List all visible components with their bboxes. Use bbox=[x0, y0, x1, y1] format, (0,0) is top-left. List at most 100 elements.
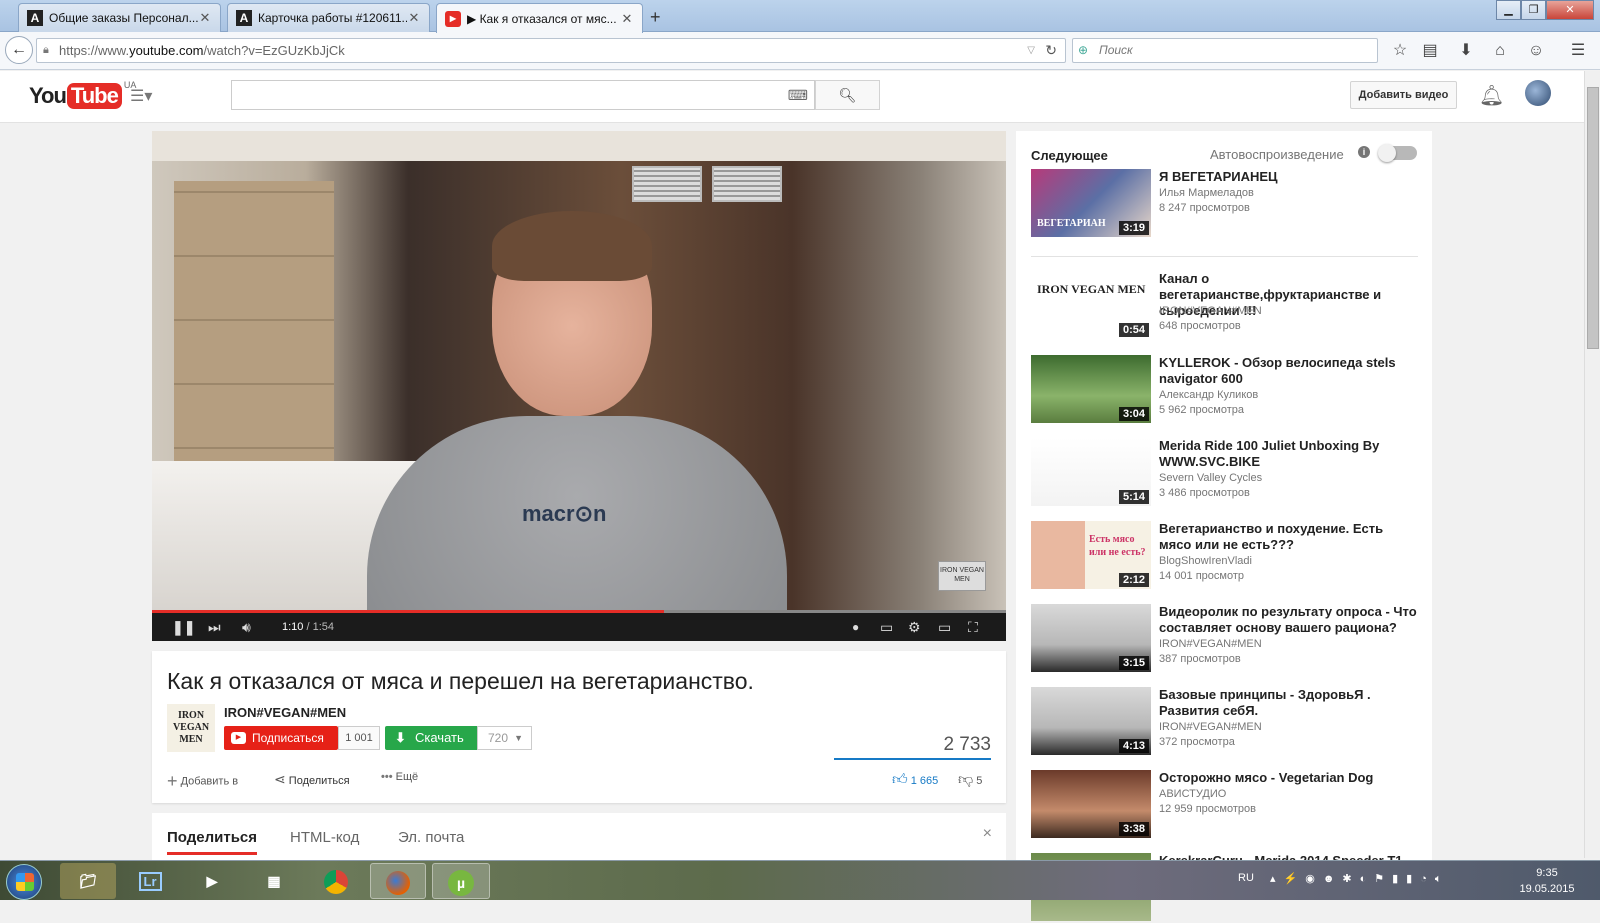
maximize-button[interactable]: ❐ bbox=[1521, 0, 1546, 20]
chrome-icon[interactable] bbox=[308, 863, 364, 899]
add-to-button[interactable]: + Добавить в bbox=[167, 771, 238, 792]
minimize-button[interactable]: ▁ bbox=[1496, 0, 1521, 20]
suggestion-item[interactable]: ВЕГЕТАРИАН 3:19 Я ВЕГЕТАРИАНЕЦ Илья Мармела… bbox=[1031, 169, 1421, 239]
video-player[interactable]: macr⊙n IRON VEGAN MEN ❚❚ ⏭︎ 🔊︎ 1:10 / 1:… bbox=[152, 131, 1006, 641]
suggestion-thumbnail[interactable]: ВЕГЕТАРИАН 3:19 bbox=[1031, 169, 1151, 237]
new-tab-button[interactable]: + bbox=[650, 7, 661, 28]
media-player-icon[interactable]: ▶ bbox=[184, 863, 240, 899]
share-tab-embed[interactable]: HTML-код bbox=[290, 829, 359, 846]
taskbar-clock[interactable]: 9:35 19.05.2015 bbox=[1502, 865, 1592, 897]
suggestion-title[interactable]: Merida Ride 100 Juliet Unboxing By WWW.S… bbox=[1159, 438, 1419, 470]
close-window-button[interactable]: ✕ bbox=[1546, 0, 1594, 20]
suggestion-channel[interactable]: IRON#VEGAN#MEN bbox=[1159, 721, 1262, 733]
suggestion-item[interactable]: Есть мясо или не есть? 2:12 Вегетарианство… bbox=[1031, 521, 1421, 591]
youtube-logo[interactable]: You Tube UA bbox=[29, 80, 136, 112]
next-icon[interactable]: ⏭︎ bbox=[208, 618, 221, 636]
youtube-search-input[interactable]: ⌨ bbox=[231, 80, 815, 110]
suggestion-thumbnail[interactable]: 4:13 bbox=[1031, 687, 1151, 755]
autoplay-toggle[interactable] bbox=[1378, 144, 1417, 162]
suggestion-title[interactable]: Базовые принципы - ЗдоровьЯ . Развития с… bbox=[1159, 687, 1419, 719]
reading-list-icon[interactable]: ▤ bbox=[1420, 41, 1440, 61]
add-video-button[interactable]: Добавить видео bbox=[1350, 81, 1457, 109]
firefox-icon[interactable] bbox=[370, 863, 426, 899]
close-icon[interactable]: ✕ bbox=[198, 10, 212, 26]
suggestion-item[interactable]: 3:04 KYLLEROK - Обзор велосипеда stels na… bbox=[1031, 355, 1421, 425]
suggestion-channel[interactable]: BlogShowIrenVladi bbox=[1159, 555, 1252, 567]
info-icon[interactable]: i bbox=[1358, 146, 1370, 158]
suggestion-item[interactable]: 3:15 Видеоролик по результату опроса - Чт… bbox=[1031, 604, 1421, 674]
dislike-count: 5 bbox=[976, 775, 983, 787]
channel-avatar[interactable]: IRON VEGAN MEN bbox=[167, 704, 215, 752]
suggestion-channel[interactable]: Severn Valley Cycles bbox=[1159, 472, 1262, 484]
share-button[interactable]: ⋖ Поделиться bbox=[274, 771, 350, 788]
browser-search-input[interactable]: ⊕ Поиск bbox=[1072, 38, 1378, 63]
page-scrollbar[interactable] bbox=[1584, 71, 1600, 858]
back-button[interactable]: ← bbox=[5, 36, 33, 64]
suggestion-title[interactable]: Я ВЕГЕТАРИАНЕЦ bbox=[1159, 169, 1419, 185]
suggestion-thumbnail[interactable]: 3:15 bbox=[1031, 604, 1151, 672]
download-icon[interactable]: ⬇ bbox=[1456, 41, 1476, 61]
suggestion-channel[interactable]: АВИСТУДИО bbox=[1159, 788, 1226, 800]
theater-mode-icon[interactable]: ▭ bbox=[938, 618, 951, 636]
url-bar[interactable]: 🔒︎ https://www.youtube.com/watch?v=EzGUz… bbox=[36, 38, 1066, 63]
bookmark-star-icon[interactable]: ☆ bbox=[1390, 41, 1410, 61]
home-icon[interactable]: ⌂ bbox=[1490, 41, 1510, 61]
utorrent-icon[interactable]: µ bbox=[432, 863, 490, 899]
keyboard-icon[interactable]: ⌨ bbox=[788, 87, 808, 104]
menu-icon[interactable]: ☰ bbox=[1568, 41, 1588, 61]
quality-select[interactable]: 720 ▼ bbox=[477, 726, 532, 750]
suggestion-channel[interactable]: Александр Куликов bbox=[1159, 389, 1258, 401]
scrollbar-thumb[interactable] bbox=[1587, 87, 1599, 349]
guide-menu-icon[interactable]: ☰▾ bbox=[130, 86, 152, 106]
browser-tab-active[interactable]: ▶ ▶ Как я отказался от мяс... ✕ bbox=[436, 3, 643, 33]
fullscreen-icon[interactable]: ⛶ bbox=[968, 618, 978, 636]
channel-watermark[interactable]: IRON VEGAN MEN bbox=[938, 561, 986, 591]
suggestion-thumbnail[interactable]: 5:14 bbox=[1031, 438, 1151, 506]
chat-icon[interactable]: ☺ bbox=[1526, 41, 1546, 61]
suggestion-title[interactable]: KYLLEROK - Обзор велосипеда stels naviga… bbox=[1159, 355, 1419, 387]
subscribe-button[interactable]: ▶ Подписаться bbox=[224, 726, 338, 750]
explorer-icon[interactable]: 📁︎ bbox=[60, 863, 116, 899]
suggestion-thumbnail[interactable]: 3:38 bbox=[1031, 770, 1151, 838]
volume-icon[interactable]: 🔊︎ bbox=[242, 618, 251, 636]
share-tab-email[interactable]: Эл. почта bbox=[398, 829, 464, 846]
share-tab-share[interactable]: Поделиться bbox=[167, 829, 258, 855]
suggestion-channel[interactable]: Илья Мармеладов bbox=[1159, 187, 1254, 199]
suggestion-item[interactable]: IRON VEGAN MEN 0:54 Канал о вегетарианстве… bbox=[1031, 271, 1421, 341]
suggestion-thumbnail[interactable]: Есть мясо или не есть? 2:12 bbox=[1031, 521, 1151, 589]
youtube-search-button[interactable]: 🔍︎ bbox=[815, 80, 880, 110]
suggestion-title[interactable]: Вегетарианство и похудение. Есть мясо ил… bbox=[1159, 521, 1419, 553]
subtitles-icon[interactable]: ▭ bbox=[880, 618, 893, 636]
dropdown-icon[interactable]: ▽ bbox=[1027, 39, 1035, 62]
suggestion-item[interactable]: 4:13 Базовые принципы - ЗдоровьЯ . Развит… bbox=[1031, 687, 1421, 757]
browser-tab[interactable]: A Карточка работы #120611... ✕ bbox=[227, 3, 430, 32]
lightroom-icon[interactable]: Lr bbox=[122, 863, 178, 899]
dislike-button[interactable]: 👎︎ 5 bbox=[958, 771, 982, 789]
suggestion-thumbnail[interactable]: IRON VEGAN MEN 0:54 bbox=[1031, 271, 1151, 339]
pause-icon[interactable]: ❚❚ bbox=[172, 618, 195, 636]
system-tray-icons[interactable]: ▴⚡◉☻✱◐⚑▮▮◔🔈︎ bbox=[1270, 872, 1449, 886]
download-button[interactable]: ⬇ Скачать bbox=[385, 726, 477, 750]
channel-name[interactable]: IRON#VEGAN#MEN bbox=[224, 705, 346, 720]
start-button[interactable] bbox=[6, 864, 42, 900]
like-button[interactable]: 👍︎ 1 665 bbox=[892, 771, 938, 789]
suggestion-thumbnail[interactable]: 3:04 bbox=[1031, 355, 1151, 423]
close-icon[interactable]: ✕ bbox=[407, 10, 421, 26]
more-button[interactable]: ••• Ещё bbox=[381, 771, 418, 783]
settings-gear-icon[interactable]: ⚙ bbox=[908, 618, 921, 636]
suggestion-item[interactable]: 3:38 Осторожно мясо - Vegetarian Dog АВИСТ… bbox=[1031, 770, 1421, 840]
suggestion-item[interactable]: 5:14 Merida Ride 100 Juliet Unboxing By W… bbox=[1031, 438, 1421, 508]
close-icon[interactable]: × bbox=[983, 825, 992, 843]
browser-tab[interactable]: A Общие заказы Персонал... ✕ bbox=[18, 3, 221, 32]
suggestion-title[interactable]: Видеоролик по результату опроса - Что со… bbox=[1159, 604, 1419, 636]
avatar[interactable] bbox=[1525, 80, 1551, 106]
bell-icon[interactable]: 🔔︎ bbox=[1479, 83, 1504, 108]
suggestion-channel[interactable]: IRON#VEGAN#MEN bbox=[1159, 305, 1262, 317]
reload-icon[interactable]: ↻ bbox=[1045, 39, 1057, 62]
close-icon[interactable]: ✕ bbox=[620, 11, 634, 27]
annotations-icon[interactable]: ● bbox=[852, 618, 859, 636]
suggestion-title[interactable]: Осторожно мясо - Vegetarian Dog bbox=[1159, 770, 1419, 786]
suggestion-channel[interactable]: IRON#VEGAN#MEN bbox=[1159, 638, 1262, 650]
language-indicator[interactable]: RU bbox=[1238, 872, 1254, 884]
calculator-icon[interactable]: ▦ bbox=[246, 863, 302, 899]
